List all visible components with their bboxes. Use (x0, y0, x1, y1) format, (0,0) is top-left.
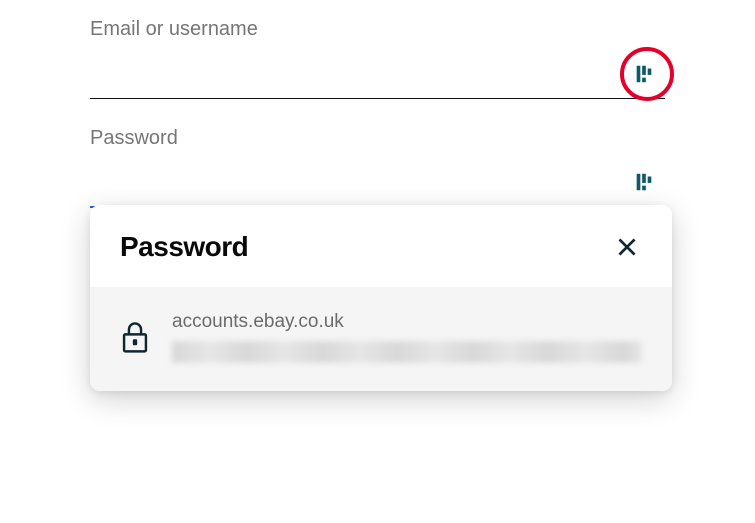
close-icon (614, 234, 640, 260)
popup-title: Password (120, 231, 248, 263)
entry-site: accounts.ebay.co.uk (172, 311, 642, 333)
email-input[interactable] (90, 49, 633, 98)
email-label: Email or username (90, 18, 665, 41)
entry-username-blurred (172, 341, 642, 363)
lock-icon (120, 321, 150, 353)
close-button[interactable] (612, 232, 642, 262)
password-input[interactable] (90, 158, 633, 206)
password-manager-icon[interactable] (633, 63, 655, 85)
popup-header: Password (90, 205, 672, 287)
password-label: Password (90, 127, 665, 150)
password-manager-popup: Password accounts.ebay.co.uk (90, 205, 672, 391)
password-manager-icon[interactable] (633, 171, 655, 193)
email-input-row (90, 49, 665, 99)
email-field-group: Email or username (90, 18, 665, 99)
entry-text: accounts.ebay.co.uk (172, 311, 642, 363)
credential-entry[interactable]: accounts.ebay.co.uk (90, 287, 672, 391)
password-input-row (90, 158, 665, 208)
password-field-group: Password (90, 127, 665, 208)
